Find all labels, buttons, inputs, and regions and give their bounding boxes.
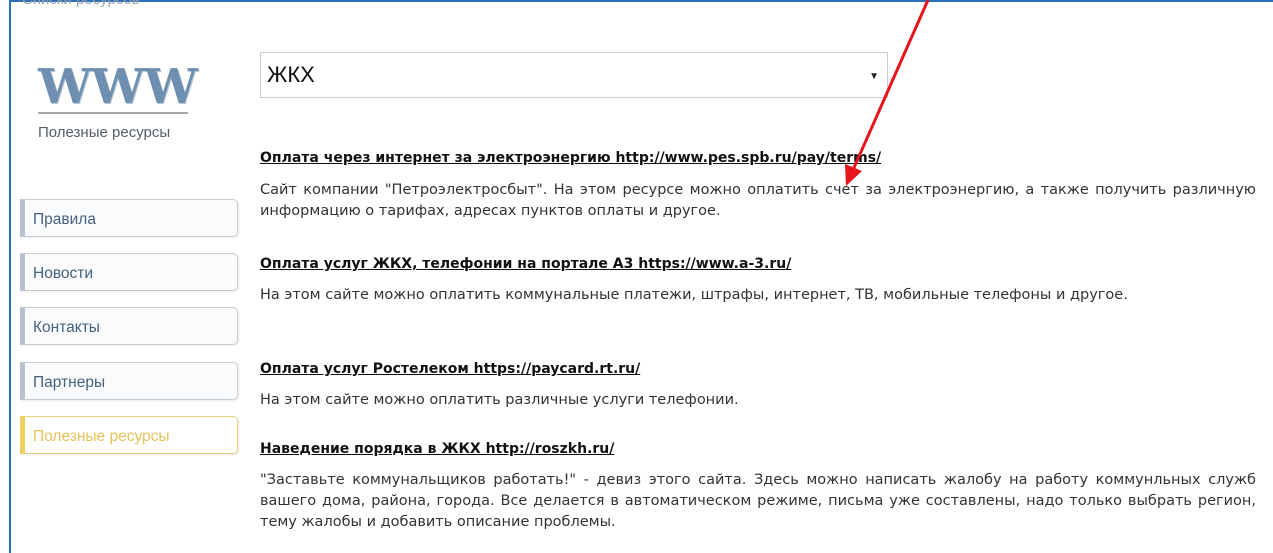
resource-description: "Заставьте коммунальщиков работать!" - д… — [260, 472, 1256, 530]
resource-link[interactable]: Оплата услуг Ростелеком https://paycard.… — [260, 361, 640, 377]
sidebar-item-news[interactable]: Новости — [20, 253, 238, 291]
resource-description: На этом сайте можно оплатить коммунальны… — [260, 287, 1128, 303]
category-select[interactable]: ЖКХ ▼ — [260, 52, 888, 98]
logo-www-text: WWW — [38, 59, 198, 115]
logo-divider — [38, 112, 188, 114]
resource-description: На этом сайте можно оплатить различные у… — [260, 392, 739, 408]
chevron-down-icon: ▼ — [869, 71, 879, 82]
resource-link[interactable]: Оплата услуг ЖКХ, телефонии на портале А… — [260, 256, 791, 272]
resource-link[interactable]: Наведение порядка в ЖКХ http://roszkh.ru… — [260, 441, 614, 457]
resource-description: Сайт компании "Петроэлектросбыт". На это… — [260, 182, 1256, 219]
sidebar-item-rules[interactable]: Правила — [20, 199, 238, 237]
resource-link[interactable]: Оплата через интернет за электроэнергию … — [260, 150, 881, 166]
sidebar-item-contacts[interactable]: Контакты — [20, 307, 238, 345]
category-select-value: ЖКХ — [267, 62, 315, 87]
sidebar-item-partners[interactable]: Партнеры — [20, 362, 238, 400]
sidebar-item-useful-resources[interactable]: Полезные ресурсы — [20, 416, 238, 454]
cut-off-heading: Списки ресурсов — [22, 0, 140, 8]
logo-subtitle: Полезные ресурсы — [38, 124, 171, 141]
